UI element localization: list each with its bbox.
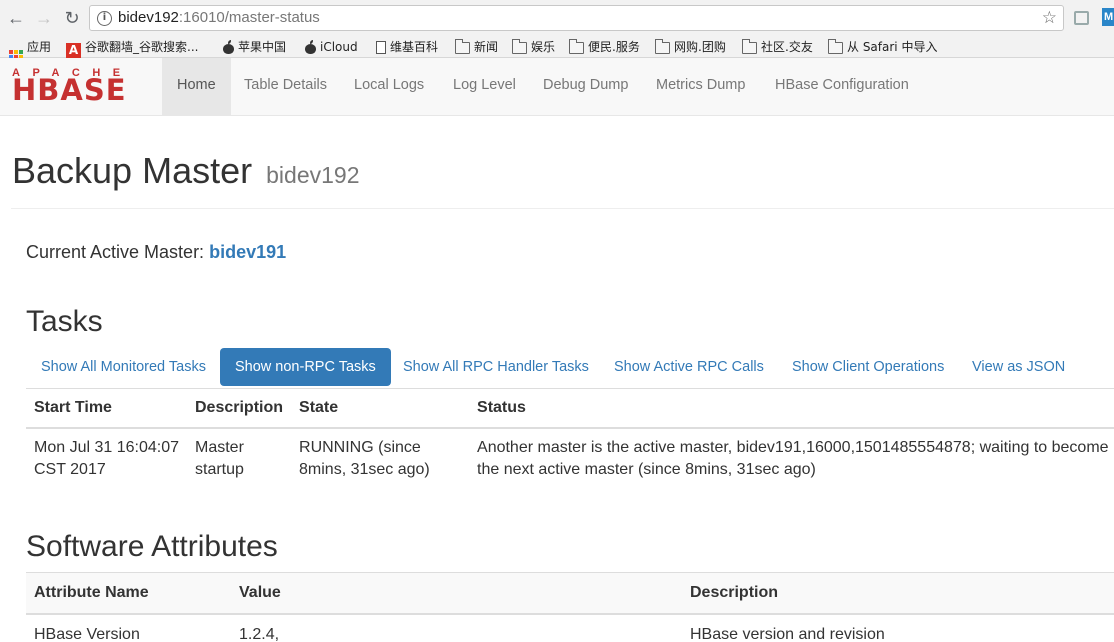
nav-debug-dump[interactable]: Debug Dump — [528, 58, 643, 115]
folder-icon — [828, 39, 843, 54]
task-status: Another master is the active master, bid… — [477, 439, 1109, 478]
bookmark-apple-china[interactable]: 苹果中国 — [222, 38, 286, 56]
info-icon[interactable]: i — [97, 11, 112, 26]
bookmark-apps[interactable]: 应用 — [9, 38, 51, 64]
task-start-time: Mon Jul 31 16:04:07 CST 2017 — [34, 439, 179, 478]
back-arrow-icon[interactable]: ← — [4, 6, 28, 30]
reload-icon[interactable]: ↻ — [60, 6, 84, 30]
current-active-master: Current Active Master: bidev191 — [26, 242, 286, 263]
page-title: Backup Master bidev192 — [12, 150, 359, 192]
forward-arrow-icon[interactable]: → — [32, 6, 56, 30]
header-divider — [11, 208, 1114, 209]
attribute-value: 1.2.4, — [239, 626, 280, 642]
folder-icon — [655, 39, 670, 54]
bookmark-star-icon[interactable]: ☆ — [1042, 7, 1057, 29]
address-bar[interactable]: i bidev192:16010/master-status ☆ — [89, 5, 1064, 31]
bookmark-entertainment[interactable]: 娱乐 — [512, 38, 555, 56]
folder-icon — [742, 39, 757, 54]
nav-metrics-dump[interactable]: Metrics Dump — [641, 58, 760, 115]
bookmark-wikipedia[interactable]: 维基百科 — [376, 38, 438, 56]
task-state: RUNNING (since 8mins, 31sec ago) — [299, 439, 430, 478]
top-navbar: APACHE HBASE Home Table Details Local Lo… — [0, 58, 1114, 116]
column-header: Start Time — [26, 388, 187, 429]
column-header: Status — [469, 388, 1114, 429]
attribute-name: HBase Version — [34, 626, 140, 642]
bookmark-google-translate[interactable]: A 谷歌翻墙_谷歌搜索... — [66, 38, 198, 58]
logo-hbase-text: HBASE — [12, 73, 127, 107]
apple-icon — [304, 40, 316, 54]
column-header: State — [291, 388, 470, 429]
bookmark-safari-import[interactable]: 从 Safari 中导入 — [828, 38, 937, 56]
tasks-heading: Tasks — [26, 305, 103, 338]
page-title-text: Backup Master — [12, 150, 253, 191]
bookmarks-bar: 应用 A 谷歌翻墙_谷歌搜索... 苹果中国 iCloud 维基百科 新闻 娱乐 … — [0, 36, 1114, 64]
extension-icon[interactable] — [1074, 11, 1089, 25]
pill-all-monitored-tasks[interactable]: Show All Monitored Tasks — [26, 348, 221, 386]
nav-log-level[interactable]: Log Level — [438, 58, 531, 115]
nav-table-details[interactable]: Table Details — [229, 58, 342, 115]
extension-m-icon[interactable]: M — [1102, 8, 1114, 26]
software-attributes-heading: Software Attributes — [26, 530, 278, 563]
bookmark-community[interactable]: 社区.交友 — [742, 38, 813, 56]
page-title-host: bidev192 — [266, 162, 360, 188]
hbase-logo[interactable]: APACHE HBASE — [12, 67, 148, 107]
pill-view-as-json[interactable]: View as JSON — [957, 348, 1080, 386]
apple-icon — [222, 40, 234, 54]
column-header: Description — [187, 388, 292, 429]
nav-home[interactable]: Home — [162, 58, 231, 115]
pill-active-rpc-calls[interactable]: Show Active RPC Calls — [599, 348, 779, 386]
pill-client-operations[interactable]: Show Client Operations — [777, 348, 959, 386]
browser-toolbar: ← → ↻ i bidev192:16010/master-status ☆ M — [0, 0, 1114, 36]
active-master-link[interactable]: bidev191 — [209, 242, 286, 262]
red-a-icon: A — [66, 43, 81, 58]
task-description: Master startup — [195, 439, 244, 478]
bookmark-services[interactable]: 便民.服务 — [569, 38, 640, 56]
bookmark-shopping[interactable]: 网购.团购 — [655, 38, 726, 56]
page-icon — [376, 41, 386, 54]
folder-icon — [512, 39, 527, 54]
table-header-row: Attribute Name Value Description — [26, 572, 1114, 615]
column-header: Description — [682, 572, 1114, 615]
table-row: HBase Version 1.2.4, HBase version and r… — [26, 614, 1114, 642]
folder-icon — [455, 39, 470, 54]
nav-hbase-configuration[interactable]: HBase Configuration — [760, 58, 924, 115]
bookmark-news[interactable]: 新闻 — [455, 38, 498, 56]
bookmark-icloud[interactable]: iCloud — [304, 38, 358, 56]
folder-icon — [569, 39, 584, 54]
pill-non-rpc-tasks[interactable]: Show non-RPC Tasks — [220, 348, 391, 386]
pill-all-rpc-handler-tasks[interactable]: Show All RPC Handler Tasks — [388, 348, 604, 386]
column-header: Value — [231, 572, 682, 615]
software-attributes-table: Attribute Name Value Description HBase V… — [26, 572, 1114, 642]
url-text[interactable]: bidev192:16010/master-status — [118, 9, 320, 27]
column-header: Attribute Name — [26, 572, 231, 615]
attribute-description: HBase version and revision — [690, 626, 885, 642]
table-header-row: Start Time Description State Status — [26, 388, 1114, 429]
nav-local-logs[interactable]: Local Logs — [339, 58, 439, 115]
table-row: Mon Jul 31 16:04:07 CST 2017 Master star… — [26, 428, 1114, 489]
tasks-table: Start Time Description State Status Mon … — [26, 388, 1114, 489]
active-master-label: Current Active Master: — [26, 242, 205, 262]
